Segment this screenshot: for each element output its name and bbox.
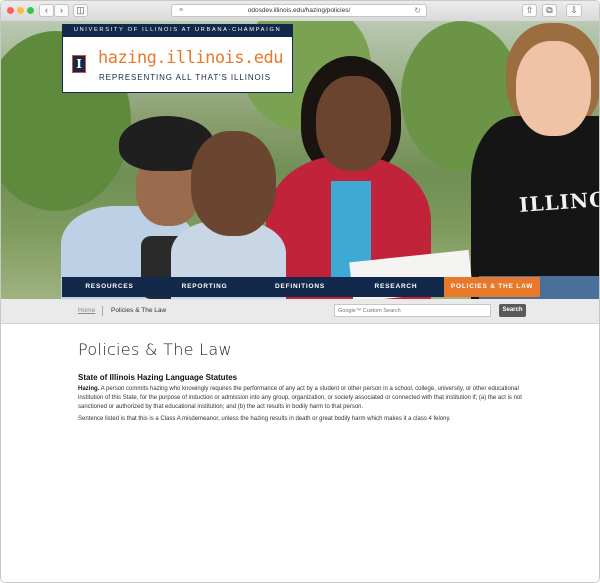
chevron-left-icon: ‹ <box>45 5 48 15</box>
browser-toolbar: ‹ › ◫ ≡ odosdev.illinois.edu/hazing/poli… <box>1 1 599 22</box>
reload-icon[interactable]: ↻ <box>414 5 421 17</box>
person-face <box>516 41 591 136</box>
site-tagline: REPRESENTING ALL THAT'S ILLINOIS <box>99 73 271 82</box>
nav-reporting[interactable]: REPORTING <box>157 277 252 297</box>
share-button[interactable]: ⇧ <box>522 4 537 17</box>
zoom-window-button[interactable] <box>27 7 34 14</box>
search-input[interactable] <box>334 304 491 317</box>
nav-definitions[interactable]: DEFINITIONS <box>252 277 348 297</box>
section-heading: State of Illinois Hazing Language Statut… <box>78 373 238 382</box>
nav-research[interactable]: RESEARCH <box>348 277 444 297</box>
page-title: Policies & The Law <box>78 340 232 359</box>
person-face <box>191 131 276 236</box>
chevron-right-icon: › <box>60 5 63 15</box>
browser-window: ‹ › ◫ ≡ odosdev.illinois.edu/hazing/poli… <box>0 0 600 583</box>
main-navigation: RESOURCES REPORTING DEFINITIONS RESEARCH… <box>62 277 540 297</box>
nav-resources[interactable]: RESOURCES <box>62 277 157 297</box>
sentence-paragraph: Sentence listed is that this is a Class … <box>78 416 451 422</box>
breadcrumb-bar: Home Policies & The Law Search <box>1 299 599 324</box>
tabs-icon: ⧉ <box>546 5 553 15</box>
sidebar-button[interactable]: ◫ <box>73 4 88 17</box>
download-icon: ⇩ <box>570 5 578 15</box>
breadcrumb-home-link[interactable]: Home <box>78 299 95 323</box>
sidebar-icon: ◫ <box>76 5 85 15</box>
breadcrumb-separator <box>102 306 103 316</box>
minimize-window-button[interactable] <box>17 7 24 14</box>
breadcrumb-current: Policies & The Law <box>111 307 167 314</box>
site-logo[interactable]: I hazing.illinois.edu REPRESENTING ALL T… <box>62 36 293 93</box>
block-i-icon: I <box>72 55 86 73</box>
forward-button[interactable]: › <box>54 4 69 17</box>
person-face <box>316 76 391 171</box>
definition-lead: Hazing. <box>78 386 100 392</box>
back-button[interactable]: ‹ <box>39 4 54 17</box>
share-icon: ⇧ <box>525 5 534 15</box>
search-button[interactable]: Search <box>499 304 526 317</box>
hazing-definition-paragraph: Hazing. A person commits hazing who know… <box>78 385 528 412</box>
university-bar[interactable]: UNIVERSITY OF ILLINOIS AT URBANA-CHAMPAI… <box>62 24 293 36</box>
download-button[interactable]: ⇩ <box>566 4 582 17</box>
nav-policies-and-law[interactable]: POLICIES & THE LAW <box>444 277 540 297</box>
url-text: odosdev.illinois.edu/hazing/policies/ <box>247 7 351 14</box>
tabs-button[interactable]: ⧉ <box>542 4 557 17</box>
site-title: hazing.illinois.edu <box>98 48 283 68</box>
definition-text: A person commits hazing who knowingly re… <box>78 386 522 410</box>
close-window-button[interactable] <box>7 7 14 14</box>
address-bar[interactable]: ≡ odosdev.illinois.edu/hazing/policies/ … <box>171 4 427 17</box>
